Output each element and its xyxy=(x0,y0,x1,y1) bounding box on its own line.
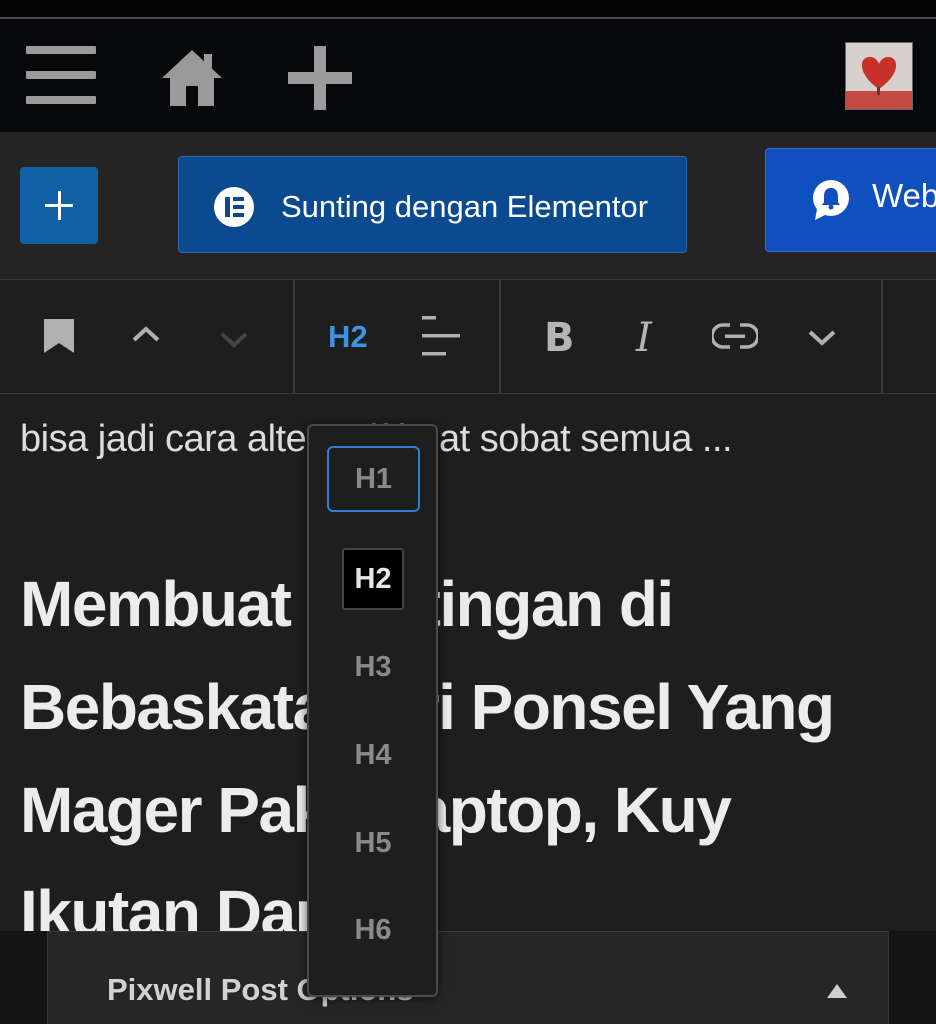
pixwell-post-options-panel[interactable]: Pixwell Post Options xyxy=(47,931,889,1024)
web-button-label: Web xyxy=(872,177,936,214)
avatar[interactable] xyxy=(845,42,913,110)
menu-icon[interactable] xyxy=(26,46,96,106)
heading-level-button[interactable]: H2 xyxy=(328,319,368,355)
edit-with-elementor-label: Sunting dengan Elementor xyxy=(281,189,649,224)
web-button[interactable]: Web xyxy=(765,148,936,252)
align-icon[interactable] xyxy=(420,314,462,358)
plus-icon[interactable] xyxy=(286,44,354,112)
toolbar-divider xyxy=(293,279,295,394)
home-icon[interactable] xyxy=(160,46,224,108)
elementor-icon xyxy=(214,187,254,227)
status-strip xyxy=(0,0,936,18)
panel-gutter xyxy=(889,931,936,1024)
collapse-toggle-icon[interactable] xyxy=(827,984,847,998)
link-icon[interactable] xyxy=(712,322,758,350)
bell-icon xyxy=(813,180,849,220)
heading-option-h6[interactable]: H6 xyxy=(327,899,419,961)
toolbar-divider xyxy=(881,279,883,394)
chevron-down-icon[interactable] xyxy=(218,330,250,350)
heading-option-h2[interactable]: H2 xyxy=(342,548,404,610)
admin-bar xyxy=(0,19,936,132)
block-inserter-button[interactable] xyxy=(20,167,98,244)
post-heading-block[interactable]: Membuat Postingan di Bebaskata dari Pons… xyxy=(20,553,920,965)
heading-option-h4[interactable]: H4 xyxy=(327,724,419,786)
chevron-up-icon[interactable] xyxy=(130,324,162,344)
bold-button[interactable]: B xyxy=(544,315,575,361)
more-chevron-icon[interactable] xyxy=(806,328,838,348)
panel-gutter xyxy=(0,931,47,1024)
heading-option-h1[interactable]: H1 xyxy=(327,446,420,512)
toolbar-divider xyxy=(499,279,501,394)
heading-option-h3[interactable]: H3 xyxy=(327,636,419,698)
edit-with-elementor-button[interactable]: Sunting dengan Elementor xyxy=(178,156,687,253)
bookmark-icon[interactable] xyxy=(44,319,74,353)
heading-level-dropdown: H1 H2 H3 H4 H5 H6 xyxy=(307,424,438,997)
italic-button[interactable]: I xyxy=(636,315,652,361)
heading-option-h5[interactable]: H5 xyxy=(327,812,419,874)
